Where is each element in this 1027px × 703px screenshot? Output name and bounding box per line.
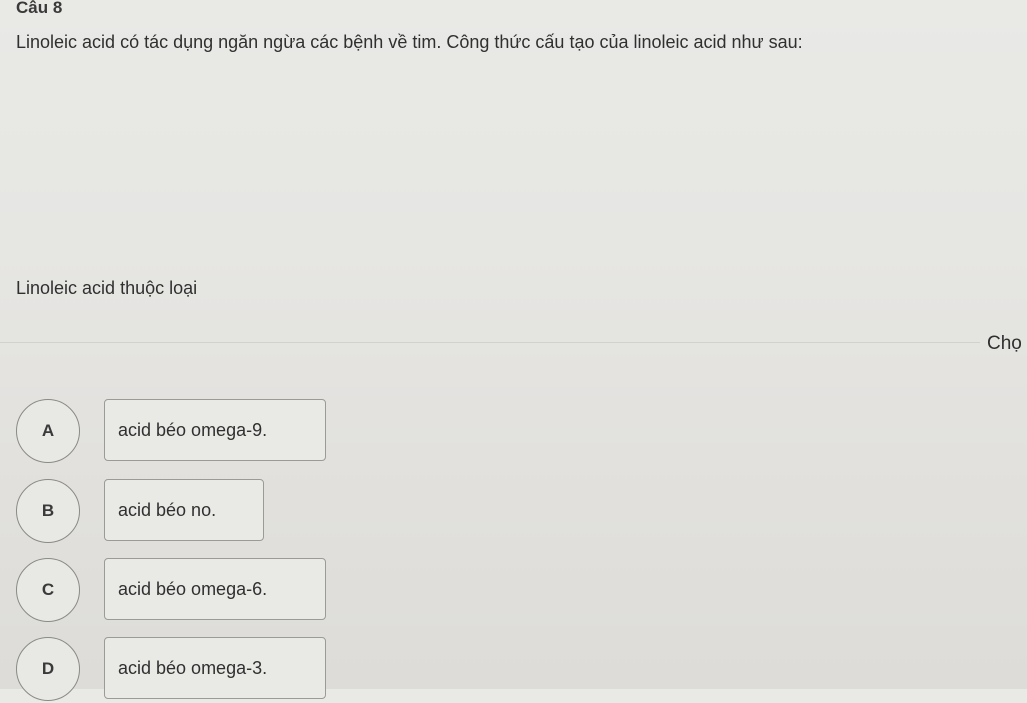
option-c-letter[interactable]: C <box>16 558 80 622</box>
option-b-answer[interactable]: acid béo no. <box>104 479 264 541</box>
divider <box>0 342 980 343</box>
sub-question-text: Linoleic acid thuộc loại <box>16 278 198 298</box>
choose-label: Chọ <box>987 333 1022 354</box>
question-number: Câu 8 <box>16 0 63 17</box>
option-c-answer[interactable]: acid béo omega-6. <box>104 558 326 620</box>
question-text: Linoleic acid có tác dụng ngăn ngừa các … <box>16 32 803 52</box>
option-d-answer[interactable]: acid béo omega-3. <box>104 637 326 699</box>
option-a-answer[interactable]: acid béo omega-9. <box>104 399 326 461</box>
option-b-letter[interactable]: B <box>16 479 80 543</box>
structural-formula-area <box>16 70 1006 260</box>
option-d-letter[interactable]: D <box>16 637 80 701</box>
option-a-letter[interactable]: A <box>16 399 80 463</box>
